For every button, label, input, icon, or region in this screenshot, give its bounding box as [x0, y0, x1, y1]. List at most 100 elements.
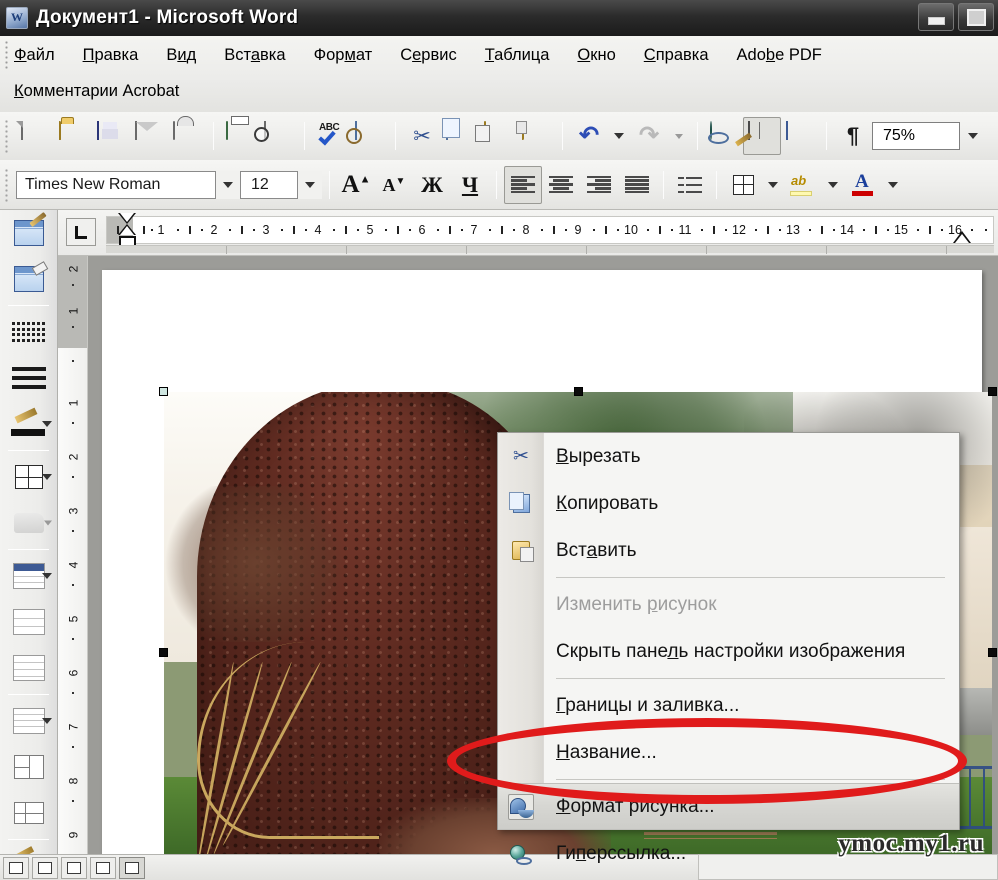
- chevron-down-icon[interactable]: [42, 718, 52, 724]
- tab-stop-selector[interactable]: [66, 218, 96, 246]
- research-button[interactable]: [350, 117, 388, 155]
- redo-button[interactable]: ↷: [630, 117, 668, 155]
- align-justify-button[interactable]: [618, 166, 656, 204]
- highlight-dropdown[interactable]: [822, 166, 844, 204]
- show-formatting-button[interactable]: ¶: [834, 117, 872, 155]
- insert-table-button[interactable]: [781, 117, 819, 155]
- paste-button[interactable]: [479, 117, 517, 155]
- menu-adobe-pdf[interactable]: Adobe PDF: [737, 46, 822, 65]
- border-color-button[interactable]: [0, 401, 58, 447]
- menu-view[interactable]: Вид: [166, 46, 196, 65]
- minimize-icon: [928, 17, 945, 25]
- standard-toolbar-grip[interactable]: [4, 119, 10, 153]
- undo-button[interactable]: ↶: [570, 117, 608, 155]
- menu-insert[interactable]: Вставка: [224, 46, 285, 65]
- align-right-button[interactable]: [580, 166, 618, 204]
- split-cells-button[interactable]: [0, 790, 58, 836]
- context-menu-item-format-picture[interactable]: Формат рисунка...: [498, 783, 959, 830]
- zoom-dropdown-button[interactable]: [960, 122, 986, 150]
- font-color-button[interactable]: A: [844, 166, 882, 204]
- line-style-button[interactable]: [0, 309, 58, 355]
- context-menu-item-cut[interactable]: ✂ Вырезать: [498, 433, 959, 480]
- spellcheck-button[interactable]: ABC: [312, 117, 350, 155]
- table-style-button[interactable]: [0, 698, 58, 744]
- bold-button[interactable]: Ж: [413, 166, 451, 204]
- menu-edit[interactable]: Правка: [83, 46, 139, 65]
- menu-help[interactable]: Справка: [644, 46, 709, 65]
- chevron-down-icon[interactable]: [42, 421, 52, 427]
- underline-button[interactable]: Ч: [451, 166, 489, 204]
- chevron-down-icon[interactable]: [42, 474, 52, 480]
- formatting-toolbar-grip[interactable]: [4, 167, 10, 202]
- menu-window[interactable]: Окно: [577, 46, 615, 65]
- picture-context-menu[interactable]: ✂ Вырезать Копировать Вставить Изменить …: [497, 432, 960, 865]
- web-layout-view-button[interactable]: [32, 856, 58, 879]
- context-menu-item-hide-picture-toolbar[interactable]: Скрыть панель настройки изображения: [498, 628, 959, 675]
- chevron-down-icon[interactable]: [44, 520, 52, 526]
- menu-file[interactable]: Файл: [14, 46, 55, 65]
- table-layout-2-button[interactable]: [0, 645, 58, 691]
- menu-table[interactable]: Таблица: [485, 46, 550, 65]
- menu-format[interactable]: Формат: [314, 46, 373, 65]
- context-menu-item-borders-and-shading[interactable]: Границы и заливка...: [498, 682, 959, 729]
- maximize-button[interactable]: [958, 3, 994, 31]
- horizontal-ruler[interactable]: 1 2 3 4 5 6 7 8 9 10 11 12 13 14 15 16: [58, 210, 998, 256]
- font-name-combobox[interactable]: Times New Roman: [16, 170, 216, 199]
- align-center-button[interactable]: [542, 166, 580, 204]
- eraser-button[interactable]: [0, 256, 58, 302]
- undo-dropdown[interactable]: [608, 117, 630, 155]
- insert-hyperlink-button[interactable]: [705, 117, 743, 155]
- outside-borders-button[interactable]: [0, 454, 58, 500]
- chevron-down-icon[interactable]: [42, 573, 52, 579]
- menubar-grip[interactable]: [4, 40, 9, 70]
- word-application-window: Документ1 - Microsoft Word Файл Правка В…: [0, 0, 998, 880]
- table-grid-icon: [13, 609, 45, 635]
- align-left-button[interactable]: [504, 165, 542, 204]
- new-document-button[interactable]: [16, 117, 54, 155]
- mail-recipient-button[interactable]: [130, 117, 168, 155]
- merge-cells-button[interactable]: [0, 744, 58, 790]
- font-size-combobox[interactable]: 12: [240, 170, 298, 199]
- reading-view-button[interactable]: [119, 856, 145, 879]
- cut-button[interactable]: ✂: [403, 117, 441, 155]
- minimize-button[interactable]: [918, 3, 954, 31]
- zoom-combobox[interactable]: 75%: [872, 122, 960, 150]
- font-size-dropdown[interactable]: [298, 170, 322, 199]
- outline-view-button[interactable]: [90, 856, 116, 879]
- redo-dropdown[interactable]: [668, 117, 690, 155]
- menu-acrobat-comments[interactable]: Комментарии Acrobat: [14, 82, 179, 101]
- borders-button[interactable]: [724, 166, 762, 204]
- highlight-button[interactable]: ab: [784, 166, 822, 204]
- vertical-ruler[interactable]: 2 1 1 2 3 4 5 6 7 8 9: [58, 256, 88, 880]
- normal-view-button[interactable]: [3, 856, 29, 879]
- grow-font-button[interactable]: A▲: [337, 166, 375, 204]
- draw-table-button[interactable]: [0, 210, 58, 256]
- context-menu-item-copy[interactable]: Копировать: [498, 480, 959, 527]
- word-document-icon: [6, 7, 28, 29]
- context-menu-item-paste[interactable]: Вставить: [498, 527, 959, 574]
- permission-button[interactable]: [168, 117, 206, 155]
- context-menu-item-caption[interactable]: Название...: [498, 729, 959, 776]
- tables-and-borders-button[interactable]: [735, 117, 781, 155]
- font-name-dropdown[interactable]: [216, 170, 240, 199]
- toolbar-separator: [826, 122, 827, 150]
- font-color-dropdown[interactable]: [882, 166, 904, 204]
- print-preview-button[interactable]: [259, 117, 297, 155]
- toolbar-separator: [496, 170, 497, 199]
- table-layout-1-button[interactable]: [0, 599, 58, 645]
- context-menu-label: Формат рисунка...: [556, 795, 715, 817]
- print-layout-view-button[interactable]: [61, 856, 87, 879]
- toolbar-separator: [395, 122, 396, 150]
- open-button[interactable]: [54, 117, 92, 155]
- format-painter-button[interactable]: [517, 117, 555, 155]
- insert-table-left-button[interactable]: [0, 553, 58, 599]
- shading-color-button[interactable]: [0, 500, 58, 546]
- borders-dropdown[interactable]: [762, 166, 784, 204]
- numbered-list-button[interactable]: [671, 166, 709, 204]
- copy-button[interactable]: [441, 117, 479, 155]
- shrink-font-button[interactable]: A▼: [375, 166, 413, 204]
- menu-tools[interactable]: Сервис: [400, 46, 457, 65]
- line-weight-button[interactable]: [0, 355, 58, 401]
- chevron-down-icon: [768, 181, 778, 188]
- save-button[interactable]: [92, 117, 130, 155]
